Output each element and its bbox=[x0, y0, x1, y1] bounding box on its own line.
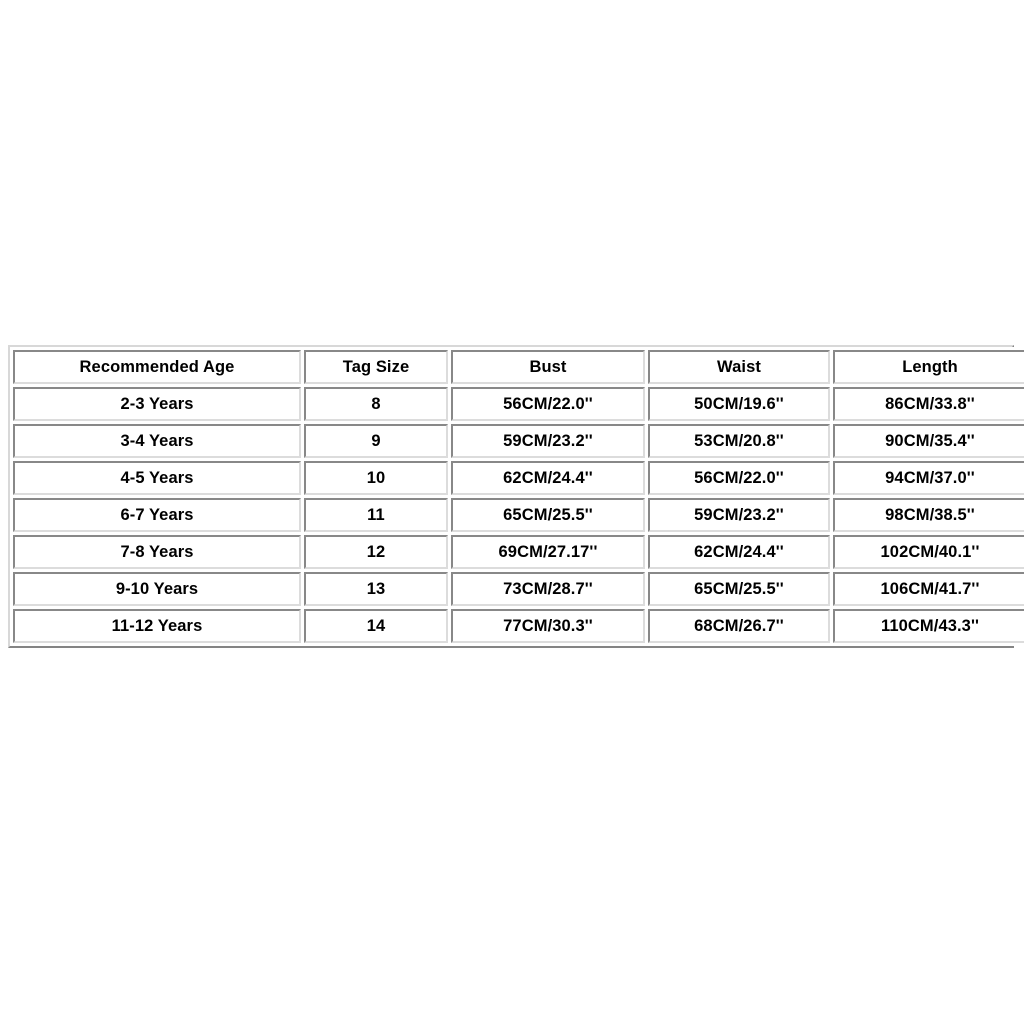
cell-recommended-age: 2-3 Years bbox=[13, 387, 301, 421]
table-row: 6-7 Years 11 65CM/25.5'' 59CM/23.2'' 98C… bbox=[13, 498, 1024, 532]
column-header-length: Length bbox=[833, 350, 1024, 384]
cell-tag-size: 12 bbox=[304, 535, 448, 569]
cell-recommended-age: 3-4 Years bbox=[13, 424, 301, 458]
cell-recommended-age: 11-12 Years bbox=[13, 609, 301, 643]
table-row: 3-4 Years 9 59CM/23.2'' 53CM/20.8'' 90CM… bbox=[13, 424, 1024, 458]
table-row: 4-5 Years 10 62CM/24.4'' 56CM/22.0'' 94C… bbox=[13, 461, 1024, 495]
cell-length: 98CM/38.5'' bbox=[833, 498, 1024, 532]
cell-waist: 53CM/20.8'' bbox=[648, 424, 830, 458]
table-row: 7-8 Years 12 69CM/27.17'' 62CM/24.4'' 10… bbox=[13, 535, 1024, 569]
cell-tag-size: 13 bbox=[304, 572, 448, 606]
cell-length: 86CM/33.8'' bbox=[833, 387, 1024, 421]
column-header-tag-size: Tag Size bbox=[304, 350, 448, 384]
cell-tag-size: 10 bbox=[304, 461, 448, 495]
cell-bust: 69CM/27.17'' bbox=[451, 535, 645, 569]
column-header-waist: Waist bbox=[648, 350, 830, 384]
cell-bust: 73CM/28.7'' bbox=[451, 572, 645, 606]
cell-waist: 68CM/26.7'' bbox=[648, 609, 830, 643]
size-chart-header: Recommended Age Tag Size Bust Waist Leng… bbox=[13, 350, 1024, 384]
cell-length: 102CM/40.1'' bbox=[833, 535, 1024, 569]
cell-waist: 65CM/25.5'' bbox=[648, 572, 830, 606]
cell-bust: 65CM/25.5'' bbox=[451, 498, 645, 532]
cell-length: 94CM/37.0'' bbox=[833, 461, 1024, 495]
cell-length: 90CM/35.4'' bbox=[833, 424, 1024, 458]
cell-bust: 77CM/30.3'' bbox=[451, 609, 645, 643]
cell-recommended-age: 7-8 Years bbox=[13, 535, 301, 569]
table-header-row: Recommended Age Tag Size Bust Waist Leng… bbox=[13, 350, 1024, 384]
cell-recommended-age: 9-10 Years bbox=[13, 572, 301, 606]
cell-tag-size: 14 bbox=[304, 609, 448, 643]
cell-recommended-age: 6-7 Years bbox=[13, 498, 301, 532]
cell-length: 106CM/41.7'' bbox=[833, 572, 1024, 606]
size-chart-container: Recommended Age Tag Size Bust Waist Leng… bbox=[8, 345, 1024, 648]
column-header-recommended-age: Recommended Age bbox=[13, 350, 301, 384]
cell-tag-size: 9 bbox=[304, 424, 448, 458]
cell-length: 110CM/43.3'' bbox=[833, 609, 1024, 643]
table-row: 2-3 Years 8 56CM/22.0'' 50CM/19.6'' 86CM… bbox=[13, 387, 1024, 421]
cell-waist: 56CM/22.0'' bbox=[648, 461, 830, 495]
cell-waist: 50CM/19.6'' bbox=[648, 387, 830, 421]
cell-bust: 56CM/22.0'' bbox=[451, 387, 645, 421]
size-chart-table: Recommended Age Tag Size Bust Waist Leng… bbox=[10, 347, 1024, 646]
cell-waist: 62CM/24.4'' bbox=[648, 535, 830, 569]
cell-tag-size: 11 bbox=[304, 498, 448, 532]
cell-tag-size: 8 bbox=[304, 387, 448, 421]
cell-waist: 59CM/23.2'' bbox=[648, 498, 830, 532]
cell-bust: 62CM/24.4'' bbox=[451, 461, 645, 495]
column-header-bust: Bust bbox=[451, 350, 645, 384]
cell-recommended-age: 4-5 Years bbox=[13, 461, 301, 495]
size-chart-body: 2-3 Years 8 56CM/22.0'' 50CM/19.6'' 86CM… bbox=[13, 387, 1024, 643]
table-row: 9-10 Years 13 73CM/28.7'' 65CM/25.5'' 10… bbox=[13, 572, 1024, 606]
table-row: 11-12 Years 14 77CM/30.3'' 68CM/26.7'' 1… bbox=[13, 609, 1024, 643]
cell-bust: 59CM/23.2'' bbox=[451, 424, 645, 458]
